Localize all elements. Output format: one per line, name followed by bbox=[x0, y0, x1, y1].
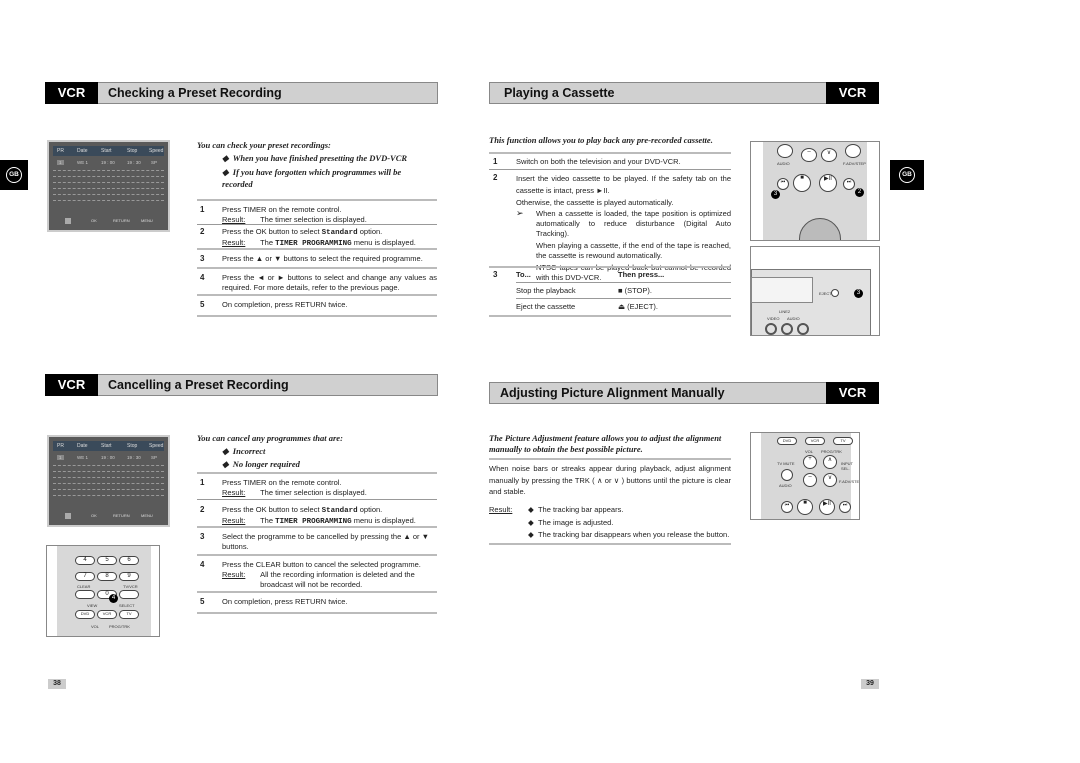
intro-text: This function allows you to play back an… bbox=[489, 135, 713, 145]
timer-screen-1: PR Date Start Stop Speed 1 WE 1 19 : 00 … bbox=[47, 140, 170, 232]
step-number: 4 bbox=[200, 273, 205, 282]
section-header-cancelling: VCR Cancelling a Preset Recording bbox=[45, 374, 438, 396]
step-1: Press TIMER on the remote control. Resul… bbox=[222, 478, 367, 497]
nav-icon bbox=[65, 513, 71, 519]
step-number: 3 bbox=[200, 254, 205, 263]
step-number: 5 bbox=[200, 300, 205, 309]
section-title: Adjusting Picture Alignment Manually bbox=[500, 386, 725, 400]
remote-image-clear: 4 5 6 7 8 9 CLEAR TV/VCR 0 VIEW SELECT D… bbox=[46, 545, 160, 637]
bullet-item: ◆ If you have forgotten which programmes… bbox=[222, 167, 402, 189]
screen-data-row: 1 WE 1 19 : 00 19 : 30 SP bbox=[57, 160, 158, 165]
intro-text: You can check your preset recordings: bbox=[197, 140, 331, 150]
section-title: Playing a Cassette bbox=[504, 86, 615, 100]
step-4: Press the ◄ or ► buttons to select and c… bbox=[222, 273, 437, 292]
step-number: 5 bbox=[200, 597, 205, 606]
section-header-checking: VCR Checking a Preset Recording bbox=[45, 82, 438, 104]
bullet-item: ◆ Incorrect bbox=[222, 446, 266, 456]
section-header-alignment: Adjusting Picture Alignment Manually VCR bbox=[489, 382, 879, 404]
result-item: ◆ The image is adjusted. bbox=[528, 518, 614, 527]
vcr-tag: VCR bbox=[45, 82, 98, 104]
remote-image-trk: DVD VCR TV VOL PROG/TRK TV MUTE + ∧ INPU… bbox=[750, 432, 860, 520]
bullet-item: ◆ No longer required bbox=[222, 459, 300, 469]
body-text: When noise bars or streaks appear during… bbox=[489, 464, 731, 496]
callout-badge: 3 bbox=[854, 289, 863, 298]
page-number-left: 38 bbox=[48, 679, 66, 689]
screen-header-row: PR Date Start Stop Speed bbox=[53, 146, 164, 156]
step-3: Select the programme to be cancelled by … bbox=[222, 532, 430, 551]
step-number: 2 bbox=[200, 227, 205, 236]
screen-footer: OK RETURN MENU bbox=[53, 218, 164, 226]
nav-icon bbox=[65, 218, 71, 224]
result-item: ◆ The tracking bar appears. bbox=[528, 505, 624, 514]
step-5: On completion, press RETURN twice. bbox=[222, 597, 348, 606]
section-title: Cancelling a Preset Recording bbox=[108, 378, 289, 392]
step-3: Press the ▲ or ▼ buttons to select the r… bbox=[222, 254, 423, 263]
note-marker: ➢ bbox=[516, 208, 524, 218]
vcr-tag: VCR bbox=[826, 382, 879, 404]
step-number: 2 bbox=[200, 505, 205, 514]
callout-badge: 2 bbox=[855, 188, 864, 197]
step-number: 1 bbox=[493, 157, 498, 166]
step-2: Press the OK button to select Standard o… bbox=[222, 227, 416, 248]
page-number-right: 39 bbox=[861, 679, 879, 689]
screen-header-row: PR Date Start Stop Speed bbox=[53, 441, 164, 451]
step-4: Press the CLEAR button to cancel the sel… bbox=[222, 560, 421, 589]
timer-screen-2: PR Date Start Stop Speed 1 WE 1 19 : 00 … bbox=[47, 435, 170, 527]
table-header: To... Then press... bbox=[516, 270, 665, 279]
result-item: ◆ The tracking bar disappears when you r… bbox=[528, 530, 730, 539]
step-number: 4 bbox=[200, 560, 205, 569]
table-row: Eject the cassette ⏏ (EJECT). bbox=[516, 302, 659, 311]
step-1: Press TIMER on the remote control. Resul… bbox=[222, 205, 367, 224]
intro-text: You can cancel any programmes that are: bbox=[197, 433, 343, 443]
table-row: Stop the playback ■ (STOP). bbox=[516, 286, 652, 295]
bullet-item: ◆ When you have finished presetting the … bbox=[222, 153, 408, 163]
step-1: Switch on both the television and your D… bbox=[516, 157, 681, 166]
vcr-tag: VCR bbox=[826, 82, 879, 104]
gb-badge-right: GB bbox=[890, 160, 924, 190]
section-title: Checking a Preset Recording bbox=[108, 86, 282, 100]
step-number: 1 bbox=[200, 478, 205, 487]
callout-badge: 4 bbox=[109, 594, 118, 603]
remote-image-play: – ∨ AUDIO F.ADV/STEP ⏮ ■ ▶II ⏭ 3 2 bbox=[750, 141, 880, 241]
result-label: Result: bbox=[489, 505, 513, 514]
vcr-tag: VCR bbox=[45, 374, 98, 396]
callout-badge: 3 bbox=[771, 190, 780, 199]
step-number: 3 bbox=[200, 532, 205, 541]
screen-footer: OK RETURN MENU bbox=[53, 513, 164, 521]
gb-badge-left: GB bbox=[0, 160, 28, 190]
step-number: 2 bbox=[493, 173, 498, 182]
screen-data-row: 1 WE 1 19 : 00 19 : 30 SP bbox=[57, 455, 158, 460]
step-number: 1 bbox=[200, 205, 205, 214]
section-header-playing: Playing a Cassette VCR bbox=[489, 82, 879, 104]
intro-text: The Picture Adjustment feature allows yo… bbox=[489, 433, 722, 454]
front-panel-image: EJECT 3 LINE2 VIDEO AUDIO bbox=[750, 246, 880, 336]
step-2: Press the OK button to select Standard o… bbox=[222, 505, 416, 526]
step-2: Insert the video cassette to be played. … bbox=[516, 174, 731, 207]
step-5: On completion, press RETURN twice. bbox=[222, 300, 348, 309]
step-number: 3 bbox=[493, 270, 498, 279]
